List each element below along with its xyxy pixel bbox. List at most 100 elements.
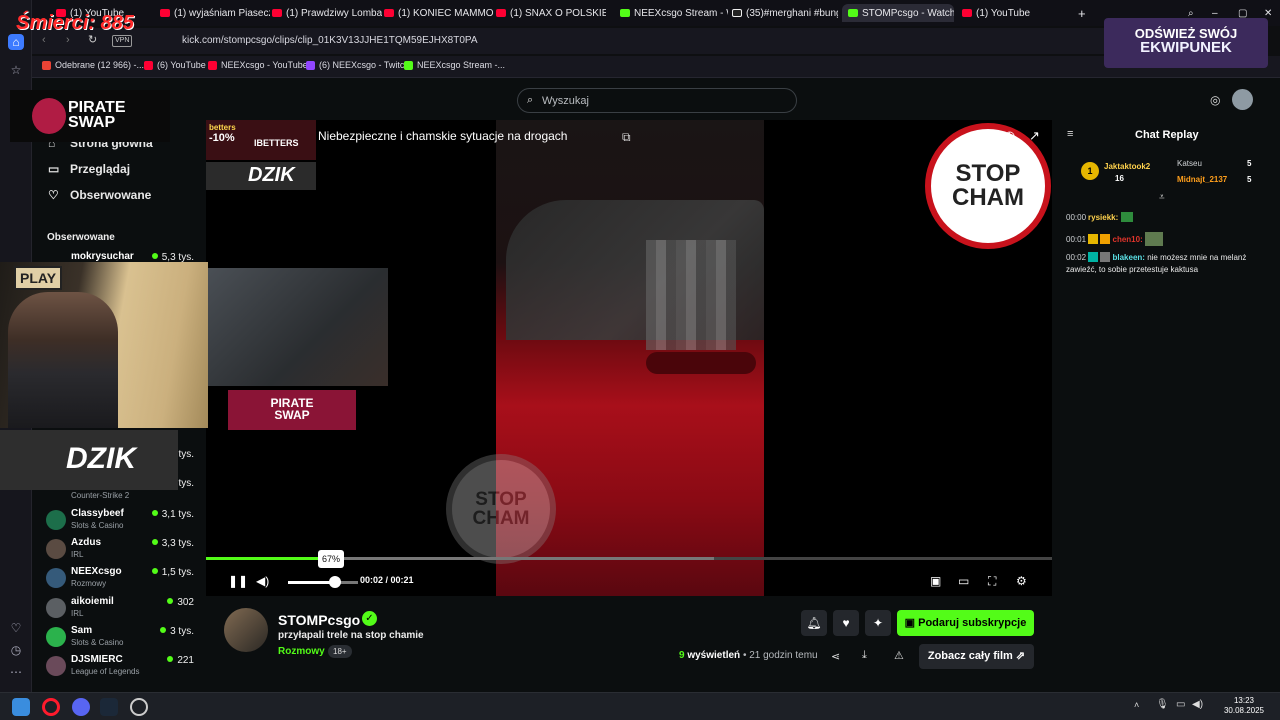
history-icon[interactable]: ◷ <box>8 642 24 658</box>
share-icon[interactable]: ↗ <box>1029 128 1040 144</box>
time-display: 00:02 / 00:21 <box>360 575 414 585</box>
pip-icon[interactable]: ⧉ <box>622 130 631 145</box>
chat-message: 00:01 chen10: <box>1066 232 1271 246</box>
channel-item[interactable]: aikoiemil IRL 302 <box>46 596 196 624</box>
youtube-icon <box>208 60 217 70</box>
gift-sparkle-button[interactable]: ✦ <box>865 610 891 636</box>
url-field[interactable]: kick.com/stompcsgo/clips/clip_01K3V13JJH… <box>182 35 477 46</box>
tab[interactable]: (1) YouTube <box>962 4 1062 22</box>
mic-icon[interactable]: 🎙︎ <box>1156 699 1169 710</box>
gmail-icon <box>42 60 51 70</box>
door-handle-image <box>646 352 756 374</box>
avatar <box>46 627 66 647</box>
obs-icon[interactable] <box>130 698 148 716</box>
more-icon[interactable]: ⋯ <box>8 664 24 680</box>
bookmark[interactable]: Odebrane (12 966) -... <box>42 60 144 70</box>
bookmarks-bar: Odebrane (12 966) -... (6) YouTube NEEXc… <box>32 56 1280 78</box>
forward-icon[interactable]: › <box>66 34 70 46</box>
tab[interactable]: NEEXcsgo Stream - Watch <box>620 4 728 22</box>
back-icon[interactable]: ‹ <box>42 34 46 46</box>
network-icon[interactable]: ▭ <box>1176 699 1185 710</box>
notification-bell-button[interactable]: 🔔︎ <box>801 610 827 636</box>
stop-cham-watermark: STOP CHAM <box>446 454 556 564</box>
leader-count: 16 <box>1115 174 1124 183</box>
category-link[interactable]: Rozmowy <box>278 646 325 657</box>
top-gifter-name[interactable]: Midnajt_2137 <box>1177 175 1227 184</box>
vpn-badge[interactable]: VPN <box>112 35 133 47</box>
leader-name[interactable]: Jaktaktook2 <box>1104 162 1150 171</box>
watch-full-video-button[interactable]: Zobacz cały film ⇗ <box>919 644 1034 669</box>
bookmark[interactable]: NEEXcsgo Stream -... <box>404 60 505 70</box>
youtube-icon <box>144 60 153 70</box>
gift-icon: ▣ <box>904 617 919 629</box>
bookmark[interactable]: (6) YouTube <box>144 60 206 70</box>
tray-chevron-icon[interactable]: ˄ <box>1134 700 1139 710</box>
tab[interactable]: (1) SNAX O POLSKIEJ SCE <box>496 4 606 22</box>
verified-icon: ✓ <box>362 611 377 626</box>
report-icon[interactable]: ⚠ <box>894 649 904 662</box>
download-icon[interactable]: ⤓ <box>862 649 867 662</box>
windows-start-icon[interactable] <box>12 698 30 716</box>
channel-avatar[interactable] <box>224 608 268 652</box>
bookmark[interactable]: (6) NEEXcsgo - Twitch <box>306 60 409 70</box>
opera-icon[interactable] <box>42 698 60 716</box>
search-icon: ⌕ <box>527 94 534 106</box>
fullscreen-icon[interactable]: ⛶ <box>988 574 996 589</box>
badge-icon <box>1088 252 1099 262</box>
collapse-chat-icon[interactable]: ≡ <box>1067 128 1073 140</box>
channel-item[interactable]: Sam Slots & Casino 3 tys. <box>46 625 196 653</box>
view-count: 9 wyświetleń • 21 godzin temu <box>679 650 818 661</box>
youtube-icon <box>962 9 972 17</box>
chat-message: 00:02 blakeen: nie możesz mnie na melanż… <box>1066 252 1247 274</box>
betters-banner: betters -10% IBETTERS <box>206 120 316 160</box>
follow-button[interactable]: ♥ <box>833 610 859 636</box>
notifications-icon[interactable]: ◎ <box>1210 93 1220 107</box>
heart-icon[interactable]: ♡ <box>8 620 24 636</box>
settings-icon[interactable]: ⚙ <box>1016 574 1027 588</box>
channel-item[interactable]: DJSMIERC League of Legends 221 <box>46 654 196 682</box>
crown-icon <box>1100 234 1111 244</box>
discord-icon[interactable] <box>72 698 90 716</box>
youtube-icon <box>160 9 170 17</box>
volume-icon[interactable]: ◀) <box>256 574 269 588</box>
tab[interactable]: (35)#merghani #bungee <box>732 4 838 22</box>
volume-tooltip: 67% <box>318 550 344 568</box>
channel-name[interactable]: STOMPcsgo <box>278 612 360 628</box>
home-icon[interactable]: ⌂ <box>8 34 24 50</box>
expand-leaderboard-icon[interactable]: ⩡ <box>1159 192 1165 203</box>
volume-knob[interactable] <box>328 576 341 588</box>
tab[interactable]: (1) KONIEC MAMMONA W <box>384 4 494 22</box>
channel-item[interactable]: NEEXcsgo Rozmowy 1,5 tys. <box>46 566 196 594</box>
share-icon[interactable]: ⋖ <box>831 650 840 663</box>
channel-item[interactable]: Azdus IRL 3,3 tys. <box>46 537 196 565</box>
clip-icon[interactable]: ▣ <box>930 574 941 588</box>
chat-message: 00:00 rysiekk: <box>1066 212 1271 224</box>
steam-icon[interactable] <box>100 698 118 716</box>
streamer-image <box>8 292 118 428</box>
tab[interactable]: (1) Prawdziwy Lombard - <box>272 4 382 22</box>
player-controls: ❚❚ ◀) 00:02 / 00:21 ▣ ▭ ⛶ ⚙ <box>206 568 1052 596</box>
tab[interactable]: (1) wyjaśniam Piaseczno <box>160 4 270 22</box>
theater-icon[interactable]: ▭ <box>958 574 969 588</box>
star-icon[interactable]: ☆ <box>8 62 24 78</box>
avatar[interactable] <box>1232 89 1253 110</box>
gift-sub-button[interactable]: ▣ Podaruj subskrypcje <box>897 610 1034 636</box>
browse-icon: ▭ <box>48 162 60 176</box>
top-gifter-name[interactable]: Katseu <box>1177 159 1202 168</box>
search-input[interactable]: ⌕ Wyszukaj <box>517 88 797 113</box>
pause-button[interactable]: ❚❚ <box>228 574 248 588</box>
speaker-icon[interactable]: ◀) <box>1192 699 1203 710</box>
clip-title: przyłapali trele na stop chamie <box>278 630 424 641</box>
gift-badge-icon <box>1100 252 1111 262</box>
sidebar-item-browse[interactable]: ▭ Przeglądaj <box>48 162 130 176</box>
bookmark[interactable]: NEEXcsgo - YouTube <box>208 60 308 70</box>
volume-slider[interactable] <box>288 576 358 588</box>
video-player[interactable]: betters -10% IBETTERS DZIK Niebezpieczne… <box>206 120 1052 596</box>
system-clock[interactable]: 13:23 30.08.2025 <box>1224 696 1264 716</box>
clock-icon[interactable]: ◷ <box>1004 128 1015 144</box>
chat-title: Chat Replay <box>1135 129 1199 141</box>
new-tab-button[interactable]: + <box>1078 4 1092 22</box>
sidebar-item-following[interactable]: ♡ Obserwowane <box>48 188 151 202</box>
channel-item[interactable]: Classybeef Slots & Casino 3,1 tys. <box>46 508 196 536</box>
tab-active[interactable]: STOMPcsgo - Watch <box>842 4 954 22</box>
